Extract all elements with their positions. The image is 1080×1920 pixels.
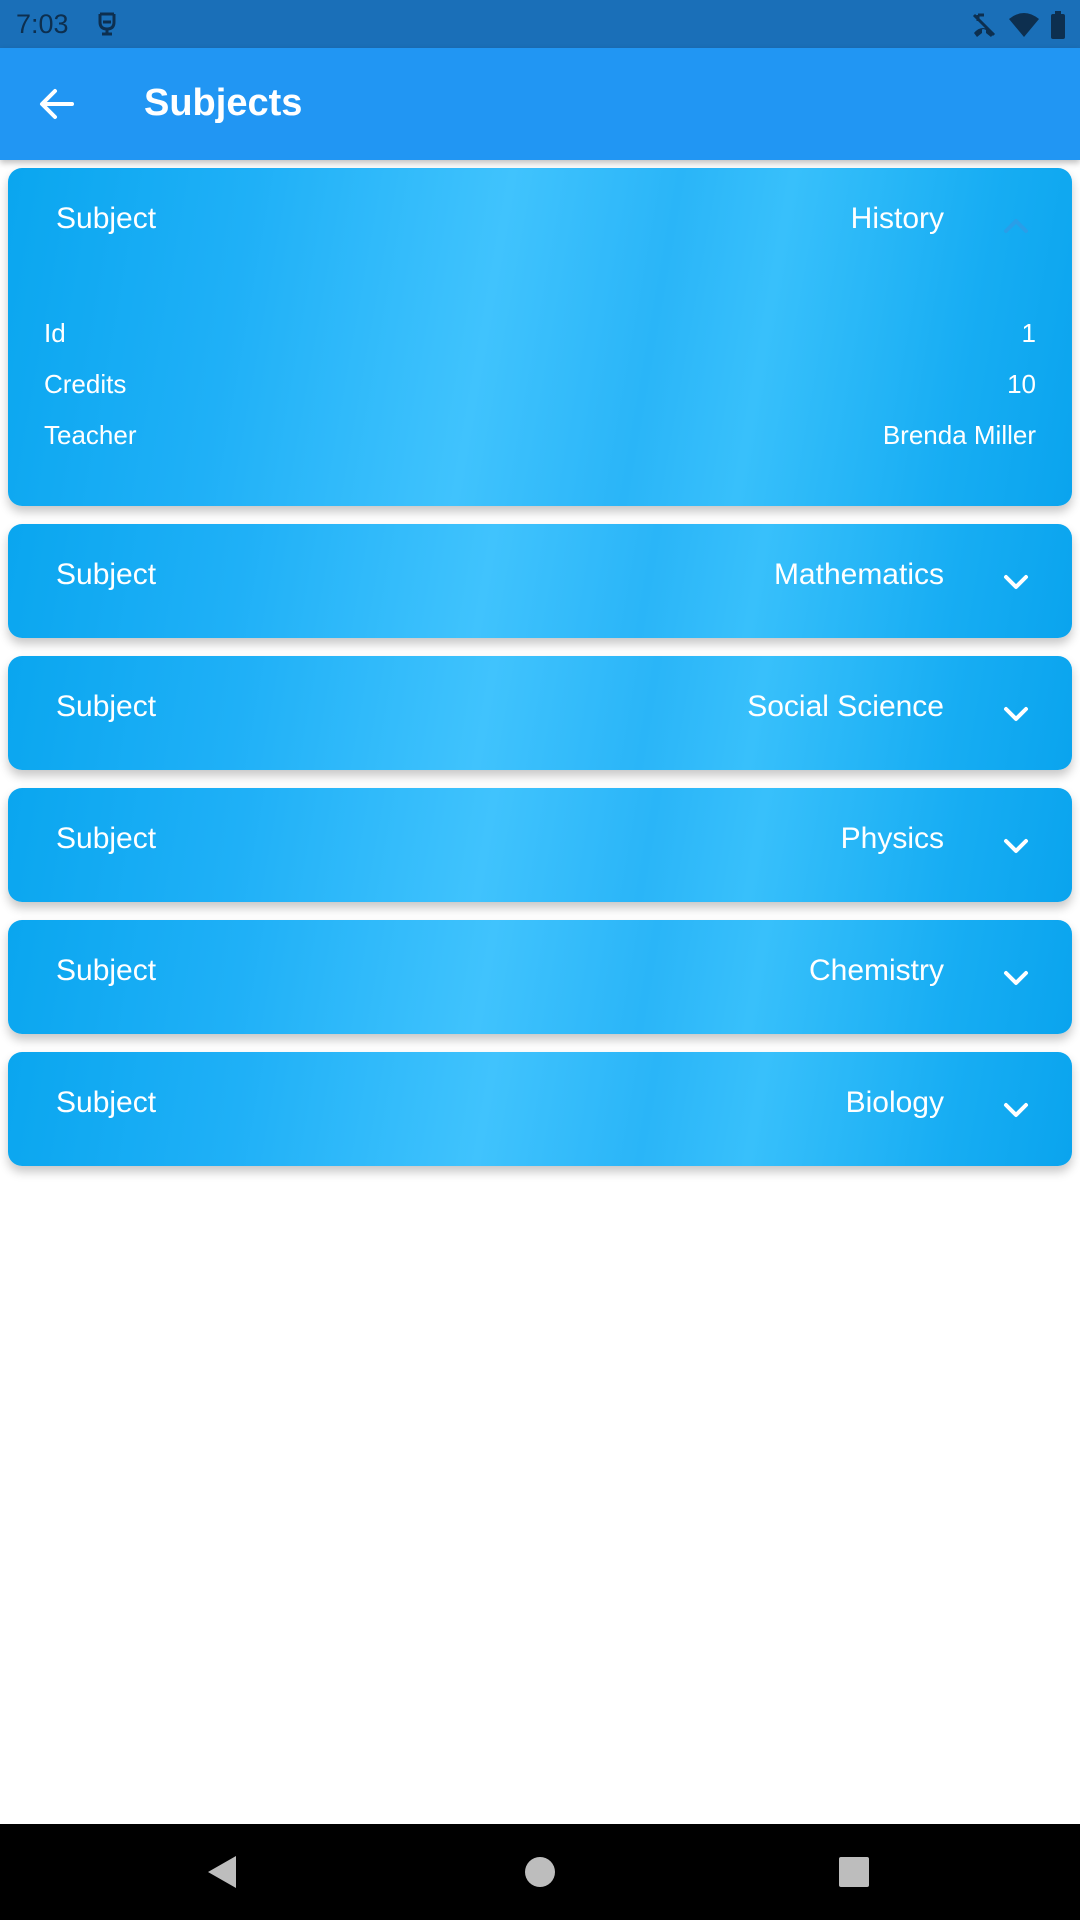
chevron-down-icon[interactable] xyxy=(998,696,1034,732)
detail-key: Credits xyxy=(44,369,127,399)
subject-name: Biology xyxy=(845,1086,944,1119)
subject-card-header[interactable]: Subject History xyxy=(8,168,1072,268)
subject-label: Subject xyxy=(56,558,157,591)
detail-value: Brenda Miller xyxy=(882,420,1036,450)
subject-name: Chemistry xyxy=(808,954,944,987)
subject-card-physics: Subject Physics xyxy=(8,788,1072,902)
nav-back-button[interactable] xyxy=(198,1848,246,1896)
subject-card-header[interactable]: Subject Chemistry xyxy=(8,920,1072,1034)
detail-row-credits: Credits 10 xyxy=(44,363,1036,414)
subject-card-header[interactable]: Subject Mathematics xyxy=(8,524,1072,638)
subject-card-header[interactable]: Subject Physics xyxy=(8,788,1072,902)
battery-icon xyxy=(1050,11,1066,39)
chevron-down-icon[interactable] xyxy=(998,960,1034,996)
page-title: Subjects xyxy=(144,82,303,124)
subject-card-header[interactable]: Subject Biology xyxy=(8,1052,1072,1166)
wifi-icon xyxy=(1008,11,1040,39)
status-time: 7:03 xyxy=(16,9,69,39)
subject-label: Subject xyxy=(56,690,157,723)
home-circle-icon xyxy=(525,1857,555,1887)
chevron-down-icon[interactable] xyxy=(998,1092,1034,1128)
nav-recents-button[interactable] xyxy=(830,1848,878,1896)
detail-row-id: Id 1 xyxy=(44,312,1036,363)
detail-key: Id xyxy=(44,318,66,348)
detail-value: 10 xyxy=(1007,369,1036,399)
arrow-back-icon xyxy=(40,89,74,119)
detail-key: Teacher xyxy=(44,420,137,450)
nav-home-button[interactable] xyxy=(516,1848,564,1896)
subject-list: Subject History Id 1 Credits 10 Teacher … xyxy=(8,168,1072,1184)
subject-card-header[interactable]: Subject Social Science xyxy=(8,656,1072,770)
subject-name: Mathematics xyxy=(773,558,944,591)
subject-name: Physics xyxy=(840,822,944,855)
chevron-down-icon[interactable] xyxy=(998,828,1034,864)
subject-name: History xyxy=(850,202,944,235)
back-button[interactable] xyxy=(28,76,84,132)
subject-label: Subject xyxy=(56,202,157,235)
chevron-down-icon[interactable] xyxy=(998,564,1034,600)
subject-label: Subject xyxy=(56,1086,157,1119)
recents-square-icon xyxy=(839,1857,869,1887)
system-nav-bar xyxy=(0,1824,1080,1920)
detail-value: 1 xyxy=(1021,318,1036,348)
subject-card-social-science: Subject Social Science xyxy=(8,656,1072,770)
subject-card-mathematics: Subject Mathematics xyxy=(8,524,1072,638)
subject-details: Id 1 Credits 10 Teacher Brenda Miller xyxy=(44,312,1036,465)
subject-card-biology: Subject Biology xyxy=(8,1052,1072,1166)
detail-row-teacher: Teacher Brenda Miller xyxy=(44,414,1036,465)
chevron-up-icon[interactable] xyxy=(998,208,1034,244)
no-calls-icon xyxy=(970,11,998,39)
subject-card-chemistry: Subject Chemistry xyxy=(8,920,1072,1034)
status-bar: 7:03 xyxy=(0,0,1080,48)
subject-name: Social Science xyxy=(747,690,944,723)
notification-icon xyxy=(94,10,120,38)
subject-card-history: Subject History Id 1 Credits 10 Teacher … xyxy=(8,168,1072,506)
app-bar: Subjects xyxy=(0,48,1080,160)
back-triangle-icon xyxy=(208,1856,236,1888)
status-icons xyxy=(970,10,1066,40)
subject-label: Subject xyxy=(56,954,157,987)
subject-label: Subject xyxy=(56,822,157,855)
